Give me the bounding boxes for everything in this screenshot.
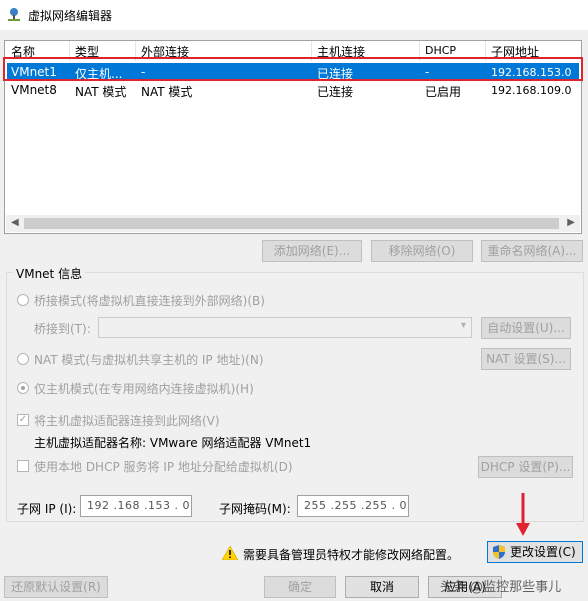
column-header-subnet[interactable]: 子网地址: [491, 43, 539, 60]
subnet-mask-label: 子网掩码(M):: [219, 502, 291, 516]
column-header-name[interactable]: 名称: [11, 43, 35, 60]
cell-dhcp: 已启用: [425, 85, 462, 99]
restore-defaults-button[interactable]: 还原默认设置(R): [4, 576, 108, 598]
warning-icon: [222, 546, 238, 560]
bridged-mode-label: 桥接模式(将虚拟机直接连接到外部网络)(B): [34, 294, 265, 308]
header-divider: [485, 41, 486, 61]
connect-adapter-label: 将主机虚拟适配器连接到此网络(V): [34, 414, 220, 428]
column-header-dhcp[interactable]: DHCP: [425, 44, 456, 57]
dhcp-settings-button[interactable]: DHCP 设置(P)...: [478, 456, 573, 478]
host-only-mode-label: 仅主机模式(在专用网络内连接虚拟机)(H): [34, 382, 254, 396]
cell-external: NAT 模式: [141, 85, 193, 99]
title-bar: 虚拟网络编辑器: [0, 0, 588, 30]
cell-subnet: 192.168.153.0: [491, 66, 572, 79]
cell-name: VMnet8: [11, 83, 57, 97]
cell-dhcp: -: [425, 65, 430, 79]
bridge-to-label: 桥接到(T):: [34, 322, 91, 336]
table-row-vmnet8[interactable]: VMnet8 NAT 模式 NAT 模式 已连接 已启用 192.168.109…: [7, 81, 579, 99]
scroll-left-icon[interactable]: ◀: [11, 217, 19, 228]
change-settings-label: 更改设置(C): [510, 545, 576, 559]
subnet-ip-field[interactable]: 192 .168 .153 . 0: [80, 495, 192, 517]
shield-icon: [492, 545, 506, 565]
connect-adapter-checkbox[interactable]: ✓: [17, 414, 29, 426]
add-network-button[interactable]: 添加网络(E)...: [262, 240, 362, 262]
table-row-vmnet1[interactable]: VMnet1 仅主机... - 已连接 - 192.168.153.0: [7, 63, 579, 81]
nat-mode-radio[interactable]: [17, 353, 29, 365]
watermark: 头条 @监控那些事儿: [440, 580, 562, 595]
scroll-right-icon[interactable]: ▶: [567, 217, 575, 228]
column-header-external[interactable]: 外部连接: [141, 43, 189, 60]
column-header-host[interactable]: 主机连接: [317, 43, 365, 60]
red-arrow-icon: [516, 493, 530, 536]
nat-settings-button[interactable]: NAT 设置(S)...: [481, 348, 571, 370]
cell-host: 已连接: [317, 67, 354, 81]
header-divider: [419, 41, 420, 61]
cell-name: VMnet1: [11, 65, 57, 79]
header-divider: [135, 41, 136, 61]
cell-subnet: 192.168.109.0: [491, 84, 572, 97]
adapter-name-label: 主机虚拟适配器名称: VMware 网络适配器 VMnet1: [34, 436, 312, 450]
ok-button[interactable]: 确定: [264, 576, 336, 598]
host-only-mode-radio[interactable]: [17, 382, 29, 394]
bridged-mode-radio[interactable]: [17, 294, 29, 306]
horizontal-scrollbar[interactable]: ◀ ▶: [6, 215, 580, 232]
network-list[interactable]: 名称 类型 外部连接 主机连接 DHCP 子网地址 VMnet1 仅主机... …: [4, 40, 582, 234]
subnet-mask-field[interactable]: 255 .255 .255 . 0: [297, 495, 409, 517]
cell-type: NAT 模式: [75, 85, 127, 99]
header-divider: [69, 41, 70, 61]
cell-host: 已连接: [317, 85, 354, 99]
change-settings-button[interactable]: 更改设置(C): [487, 541, 583, 563]
bridge-to-select[interactable]: ▾: [98, 317, 472, 338]
nat-mode-label: NAT 模式(与虚拟机共享主机的 IP 地址)(N): [34, 353, 264, 367]
rename-network-button[interactable]: 重命名网络(A)...: [481, 240, 583, 262]
header-divider: [311, 41, 312, 61]
cancel-button[interactable]: 取消: [345, 576, 419, 598]
cell-type: 仅主机...: [75, 67, 123, 81]
auto-settings-button[interactable]: 自动设置(U)...: [481, 317, 571, 339]
admin-warning-text: 需要具备管理员特权才能修改网络配置。: [243, 548, 460, 562]
vmnet-info-group: [6, 272, 584, 522]
remove-network-button[interactable]: 移除网络(O): [371, 240, 473, 262]
group-title: VMnet 信息: [13, 265, 86, 282]
dhcp-label: 使用本地 DHCP 服务将 IP 地址分配给虚拟机(D): [34, 460, 293, 474]
dhcp-checkbox[interactable]: [17, 460, 29, 472]
cell-external: -: [141, 65, 146, 79]
window-title: 虚拟网络编辑器: [28, 9, 113, 23]
column-header-type[interactable]: 类型: [75, 43, 99, 60]
network-editor-icon: [6, 7, 22, 23]
scrollbar-thumb[interactable]: [24, 218, 559, 229]
chevron-down-icon: ▾: [460, 320, 466, 331]
subnet-ip-label: 子网 IP (I):: [17, 502, 77, 516]
